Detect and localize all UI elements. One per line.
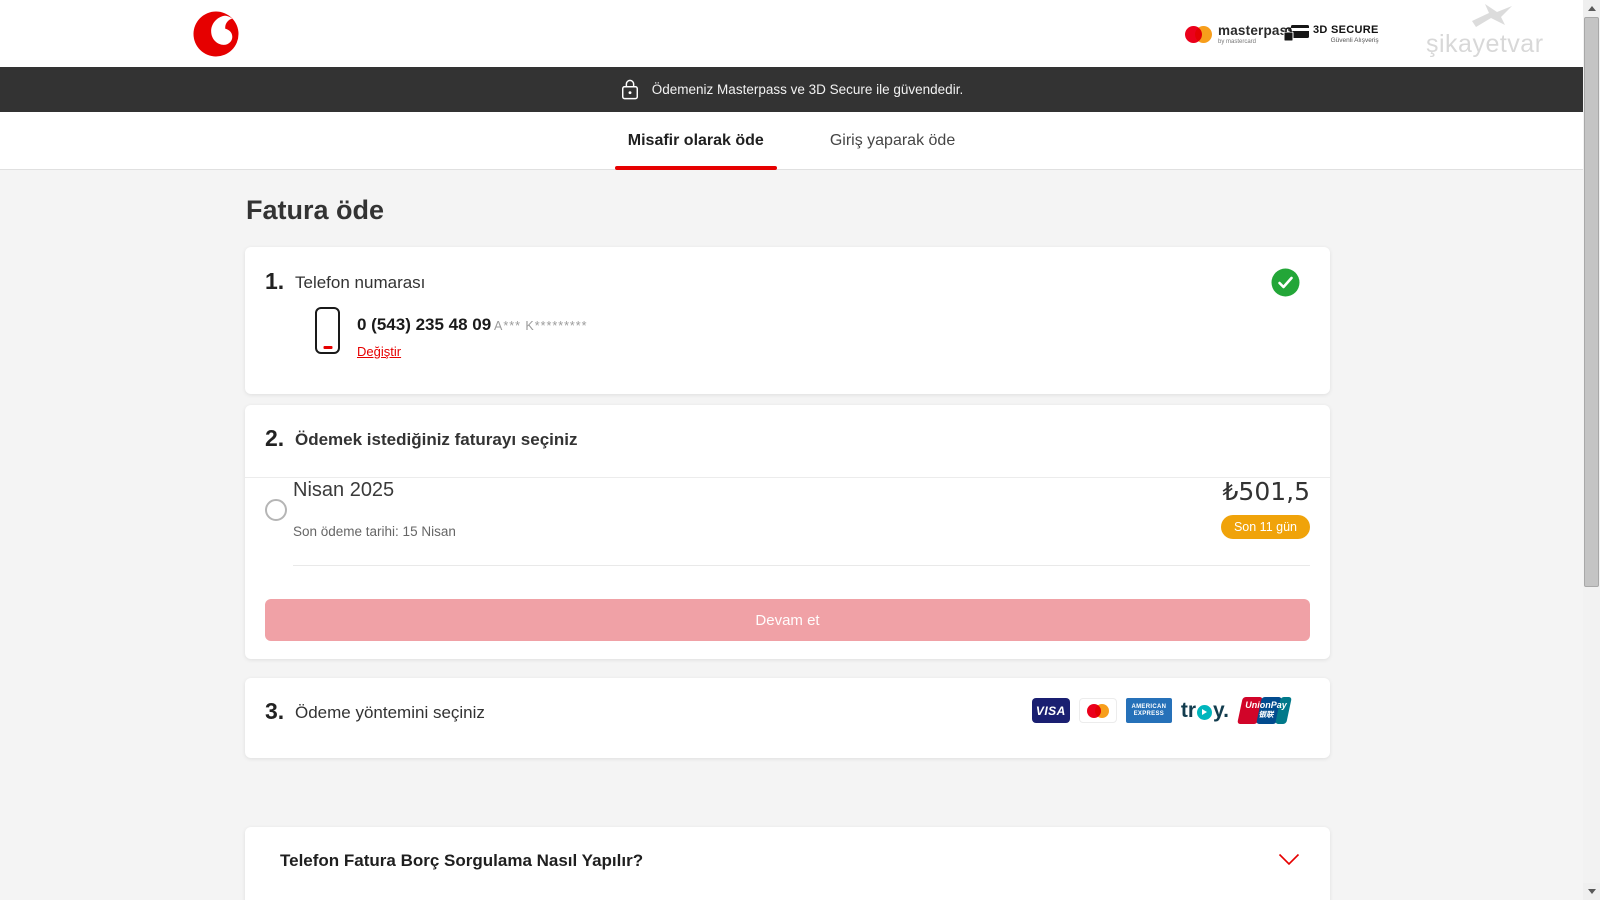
unionpay-logo: UnionPay 银联 bbox=[1237, 697, 1292, 724]
step1-phone-card: 1. Telefon numarası 0 (543) 235 48 09 A*… bbox=[245, 247, 1330, 394]
tab-login-pay[interactable]: Giriş yaparak öde bbox=[817, 112, 968, 169]
step2-bill-card: 2. Ödemek istediğiniz faturayı seçiniz N… bbox=[245, 405, 1330, 659]
step3-payment-card: 3. Ödeme yöntemini seçiniz VISA AMERICAN… bbox=[245, 678, 1330, 758]
amex-logo: AMERICAN EXPRESS bbox=[1125, 698, 1172, 723]
visa-label: VISA bbox=[1035, 703, 1066, 718]
phone-number-value: 0 (543) 235 48 09 bbox=[357, 315, 492, 334]
vodafone-bill-payment-page: masterpass by mastercard 3D SECURE Güven… bbox=[0, 0, 1600, 900]
masked-account-name: A*** K********* bbox=[494, 319, 588, 333]
step1-title: Telefon numarası bbox=[295, 273, 426, 292]
threed-secure-label: 3D SECURE bbox=[1313, 24, 1379, 36]
unionpay-line1: UnionPay bbox=[1245, 700, 1287, 710]
unionpay-line2: 银联 bbox=[1258, 710, 1274, 719]
threed-secure-sublabel: Güvenli Alışveriş bbox=[1330, 37, 1379, 44]
phone-icon bbox=[315, 307, 340, 354]
security-banner: Ödemeniz Masterpass ve 3D Secure ile güv… bbox=[0, 67, 1583, 112]
bill-due-note: Son ödeme tarihi: 15 Nisan bbox=[293, 524, 456, 539]
payment-mode-tabs: Misafir olarak öde Giriş yaparak öde bbox=[0, 112, 1583, 170]
amex-line2: EXPRESS bbox=[1133, 710, 1165, 717]
bill-radio-button[interactable] bbox=[265, 499, 287, 521]
step2-number: 2. bbox=[265, 425, 285, 451]
mastercard-logo bbox=[1078, 698, 1117, 723]
vodafone-logo-icon[interactable] bbox=[193, 11, 239, 57]
amex-line1: AMERICAN bbox=[1131, 703, 1167, 710]
scrollbar-thumb[interactable] bbox=[1584, 17, 1599, 587]
step3-number: 3. bbox=[265, 698, 285, 724]
troy-o-icon bbox=[1197, 704, 1213, 720]
divider bbox=[293, 565, 1310, 566]
threed-secure-logo: 3D SECURE Güvenli Alışveriş bbox=[1283, 24, 1379, 44]
bird-icon bbox=[1472, 4, 1512, 27]
change-number-link[interactable]: Değiştir bbox=[357, 344, 401, 359]
tab-login-pay-label: Giriş yaparak öde bbox=[829, 131, 956, 149]
masterpass-logo: masterpass by mastercard bbox=[1185, 23, 1295, 45]
page-title: Fatura öde bbox=[246, 195, 385, 225]
tab-guest-pay-label: Misafir olarak öde bbox=[627, 131, 764, 149]
step1-number: 1. bbox=[265, 268, 285, 294]
tab-guest-pay[interactable]: Misafir olarak öde bbox=[614, 112, 777, 170]
arrow-down-icon bbox=[1587, 889, 1596, 894]
step3-title: Ödeme yöntemini seçiniz bbox=[295, 703, 485, 722]
scroll-down-button[interactable] bbox=[1583, 883, 1600, 900]
days-left-badge: Son 11 gün bbox=[1220, 515, 1310, 539]
troy-text-post: y. bbox=[1213, 698, 1229, 722]
card-lock-icon bbox=[1283, 25, 1309, 42]
step2-title: Ödemek istediğiniz faturayı seçiniz bbox=[295, 430, 578, 449]
chevron-down-icon[interactable] bbox=[1278, 853, 1300, 866]
continue-button[interactable]: Devam et bbox=[265, 599, 1310, 641]
step-complete-check-icon bbox=[1271, 268, 1300, 297]
bill-period[interactable]: Nisan 2025 bbox=[293, 479, 394, 502]
bill-amount: ₺501,5 bbox=[1222, 477, 1310, 506]
faq-question: Telefon Fatura Borç Sorgulama Nasıl Yapı… bbox=[280, 851, 644, 870]
troy-text-pre: tr bbox=[1180, 698, 1197, 722]
payment-method-logos: VISA AMERICAN EXPRESS tr y. UnionPay 银联 bbox=[1031, 697, 1292, 724]
scroll-up-button[interactable] bbox=[1583, 0, 1600, 17]
header: masterpass by mastercard 3D SECURE Güven… bbox=[0, 0, 1583, 67]
watermark-text: şikayetvar bbox=[1426, 30, 1544, 58]
faq-accordion-card[interactable]: Telefon Fatura Borç Sorgulama Nasıl Yapı… bbox=[245, 827, 1330, 900]
arrow-up-icon bbox=[1587, 6, 1596, 11]
vertical-scrollbar[interactable] bbox=[1583, 0, 1600, 900]
divider bbox=[245, 477, 1330, 478]
visa-logo: VISA bbox=[1031, 698, 1070, 723]
lock-icon bbox=[621, 79, 638, 100]
security-banner-text: Ödemeniz Masterpass ve 3D Secure ile güv… bbox=[651, 82, 964, 97]
troy-logo: tr y. bbox=[1181, 699, 1229, 723]
mastercard-circles-icon bbox=[1185, 25, 1212, 43]
